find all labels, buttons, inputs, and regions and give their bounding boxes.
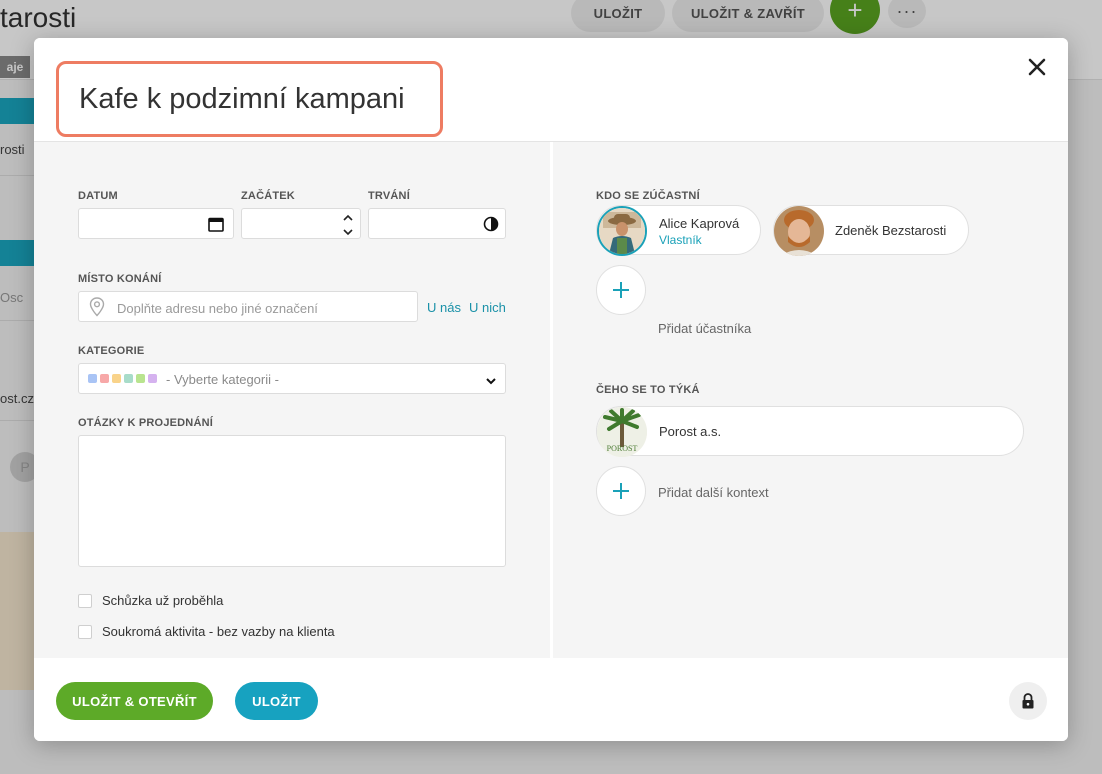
plus-icon xyxy=(613,282,629,298)
date-label: DATUM xyxy=(78,190,118,202)
context-label: ČEHO SE TO TÝKÁ xyxy=(596,384,700,396)
category-color-dot xyxy=(124,374,133,383)
location-pin-icon xyxy=(89,297,105,322)
modal-footer: ULOŽIT & OTEVŘÍT ULOŽIT xyxy=(34,658,1068,741)
place-label: MÍSTO KONÁNÍ xyxy=(78,273,162,285)
chevron-down-icon[interactable] xyxy=(485,374,497,392)
category-color-dot xyxy=(136,374,145,383)
participant-chip[interactable]: Alice Kaprová Vlastník xyxy=(596,205,761,256)
title-input[interactable]: Kafe k podzimní kampani xyxy=(56,61,443,137)
checkbox-label: Soukromá aktivita - bez vazby na klienta xyxy=(102,624,335,639)
calendar-icon[interactable] xyxy=(208,216,224,237)
activity-modal: Kafe k podzimní kampani DATUM ZAČÁTEK TR… xyxy=(34,38,1068,741)
checkbox[interactable] xyxy=(78,593,92,608)
participants-label: KDO SE ZÚČASTNÍ xyxy=(596,190,700,202)
date-input[interactable] xyxy=(78,208,234,239)
participant-name: Alice Kaprová xyxy=(659,216,740,231)
category-color-dot xyxy=(100,374,109,383)
lock-icon xyxy=(1022,693,1034,709)
participant-role: Vlastník xyxy=(659,233,702,247)
private-lock-button[interactable] xyxy=(1009,682,1047,720)
place-link-us[interactable]: U nás xyxy=(427,300,461,315)
company-logo-text: POROST xyxy=(607,444,638,453)
add-context-button[interactable] xyxy=(596,466,646,516)
form-right-column: KDO SE ZÚČASTNÍ Alice Kaprová Vlastník Z… xyxy=(553,142,1068,658)
checkbox-private-activity[interactable]: Soukromá aktivita - bez vazby na klienta xyxy=(78,624,335,639)
timer-icon[interactable] xyxy=(483,216,499,237)
category-color-dots xyxy=(88,374,157,383)
category-select[interactable]: - Vyberte kategorii - xyxy=(78,363,506,394)
plus-icon xyxy=(613,483,629,499)
category-color-dot xyxy=(112,374,121,383)
avatar xyxy=(597,206,647,256)
stepper-down-icon[interactable] xyxy=(342,225,354,243)
context-chip[interactable]: POROST Porost a.s. xyxy=(596,406,1024,457)
modal-title: Kafe k podzimní kampani xyxy=(79,82,405,115)
add-participant-button[interactable] xyxy=(596,265,646,315)
participant-chip[interactable]: Zdeněk Bezstarosti xyxy=(773,205,969,256)
duration-label: TRVÁNÍ xyxy=(368,190,410,202)
place-placeholder: Doplňte adresu nebo jiné označení xyxy=(117,301,318,316)
category-color-dot xyxy=(88,374,97,383)
context-name: Porost a.s. xyxy=(659,424,722,439)
category-label: KATEGORIE xyxy=(78,345,145,357)
category-color-dot xyxy=(148,374,157,383)
place-input[interactable]: Doplňte adresu nebo jiné označení xyxy=(78,291,418,322)
checkbox-meeting-done[interactable]: Schůzka už proběhla xyxy=(78,593,223,608)
close-button[interactable] xyxy=(1024,54,1050,80)
duration-input[interactable] xyxy=(368,208,506,239)
add-participant-label[interactable]: Přidat účastníka xyxy=(658,321,751,336)
questions-label: OTÁZKY K PROJEDNÁNÍ xyxy=(78,417,213,429)
start-label: ZAČÁTEK xyxy=(241,190,295,202)
participant-name: Zdeněk Bezstarosti xyxy=(835,223,947,238)
save-and-open-button[interactable]: ULOŽIT & OTEVŘÍT xyxy=(56,682,213,720)
checkbox-label: Schůzka už proběhla xyxy=(102,593,224,608)
company-logo: POROST xyxy=(597,407,647,457)
add-context-label[interactable]: Přidat další kontext xyxy=(658,485,769,500)
modal-header: Kafe k podzimní kampani xyxy=(34,38,1068,142)
save-button[interactable]: ULOŽIT xyxy=(235,682,318,720)
place-link-them[interactable]: U nich xyxy=(469,300,506,315)
checkbox[interactable] xyxy=(78,624,92,639)
questions-textarea[interactable] xyxy=(78,435,506,567)
form-left-column: DATUM ZAČÁTEK TRVÁNÍ MÍSTO KONÁNÍ Doplňt… xyxy=(34,142,550,658)
close-icon xyxy=(1028,58,1046,76)
start-time-input[interactable] xyxy=(241,208,361,239)
category-placeholder: - Vyberte kategorii - xyxy=(166,372,279,387)
avatar xyxy=(774,206,824,256)
